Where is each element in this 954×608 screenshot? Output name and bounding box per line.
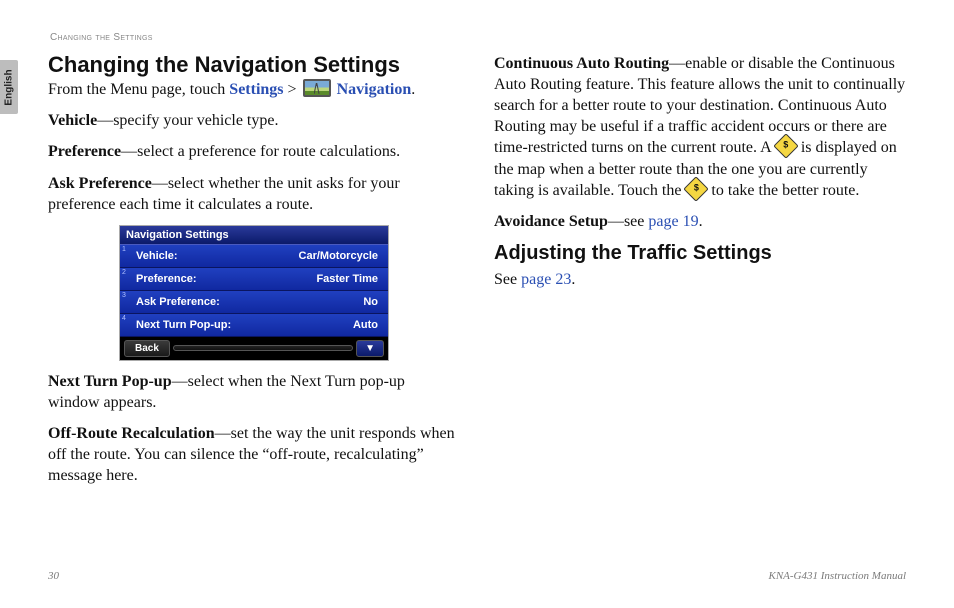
row-number: 1: [122, 246, 126, 253]
avoidance-desc: —see: [608, 213, 648, 230]
manual-page: English Changing the Settings Changing t…: [0, 0, 954, 608]
detour-diamond-icon: $: [687, 180, 705, 198]
back-button[interactable]: Back: [124, 340, 170, 357]
row-value: No: [363, 296, 378, 308]
page-number: 30: [48, 570, 59, 582]
off-route-paragraph: Off-Route Recalculation—set the way the …: [48, 423, 460, 486]
settings-link[interactable]: Settings: [229, 81, 283, 98]
car-term: Continuous Auto Routing: [494, 55, 669, 72]
page-19-link[interactable]: page 19: [648, 213, 698, 230]
screenshot-footer: Back ▼: [120, 337, 388, 360]
row-value: Car/Motorcycle: [299, 250, 378, 262]
vehicle-term: Vehicle: [48, 112, 97, 129]
car-desc-3: to take the better route.: [707, 182, 859, 199]
row-label: Next Turn Pop-up:: [136, 319, 231, 331]
right-column: Continuous Auto Routing—enable or disabl…: [494, 53, 906, 496]
traffic-paragraph: See page 23.: [494, 269, 906, 290]
row-label: Vehicle:: [136, 250, 178, 262]
row-number: 2: [122, 269, 126, 276]
row-value: Auto: [353, 319, 378, 331]
breadcrumb-separator: >: [284, 81, 301, 98]
intro-text: From the Menu page, touch: [48, 81, 229, 98]
row-number: 4: [122, 315, 126, 322]
left-column: Changing the Navigation Settings From th…: [48, 53, 460, 496]
see-text: See: [494, 271, 521, 288]
section-heading: Changing the Navigation Settings: [48, 53, 460, 77]
period: .: [699, 213, 703, 230]
ask-preference-paragraph: Ask Preference—select whether the unit a…: [48, 173, 460, 215]
row-value: Faster Time: [316, 273, 378, 285]
screenshot-row[interactable]: 2 Preference: Faster Time: [120, 268, 388, 291]
manual-title: KNA-G431 Instruction Manual: [769, 570, 907, 582]
continuous-auto-routing-paragraph: Continuous Auto Routing—enable or disabl…: [494, 53, 906, 201]
traffic-heading: Adjusting the Traffic Settings: [494, 242, 906, 265]
screenshot-row[interactable]: 3 Ask Preference: No: [120, 291, 388, 314]
preference-term: Preference: [48, 143, 121, 160]
detour-diamond-icon: $: [777, 137, 795, 155]
next-turn-term: Next Turn Pop-up: [48, 373, 172, 390]
vehicle-paragraph: Vehicle—specify your vehicle type.: [48, 110, 460, 131]
period: .: [411, 81, 415, 98]
next-turn-paragraph: Next Turn Pop-up—select when the Next Tu…: [48, 371, 460, 413]
page-23-link[interactable]: page 23: [521, 271, 571, 288]
ask-preference-term: Ask Preference: [48, 175, 152, 192]
row-label: Preference:: [136, 273, 197, 285]
scroll-down-button[interactable]: ▼: [356, 340, 384, 357]
language-tab: English: [0, 60, 18, 114]
row-label: Ask Preference:: [136, 296, 220, 308]
footer-spacer: [173, 345, 353, 351]
columns: Changing the Navigation Settings From th…: [48, 53, 906, 496]
navigation-link[interactable]: Navigation: [333, 81, 412, 98]
preference-desc: —select a preference for route calculati…: [121, 143, 400, 160]
off-route-term: Off-Route Recalculation: [48, 425, 215, 442]
navigation-settings-screenshot: Navigation Settings 1 Vehicle: Car/Motorcy…: [119, 225, 389, 361]
page-footer: 30 KNA-G431 Instruction Manual: [48, 570, 906, 582]
preference-paragraph: Preference—select a preference for route…: [48, 141, 460, 162]
screenshot-row[interactable]: 4 Next Turn Pop-up: Auto: [120, 314, 388, 337]
language-tab-label: English: [4, 69, 15, 105]
avoidance-paragraph: Avoidance Setup—see page 19.: [494, 211, 906, 232]
running-header: Changing the Settings: [50, 32, 906, 43]
navigation-icon: [303, 79, 331, 97]
vehicle-desc: —specify your vehicle type.: [97, 112, 278, 129]
row-number: 3: [122, 292, 126, 299]
screenshot-title: Navigation Settings: [120, 226, 388, 245]
intro-paragraph: From the Menu page, touch Settings > Nav…: [48, 79, 460, 100]
screenshot-row[interactable]: 1 Vehicle: Car/Motorcycle: [120, 245, 388, 268]
period: .: [571, 271, 575, 288]
avoidance-term: Avoidance Setup: [494, 213, 608, 230]
